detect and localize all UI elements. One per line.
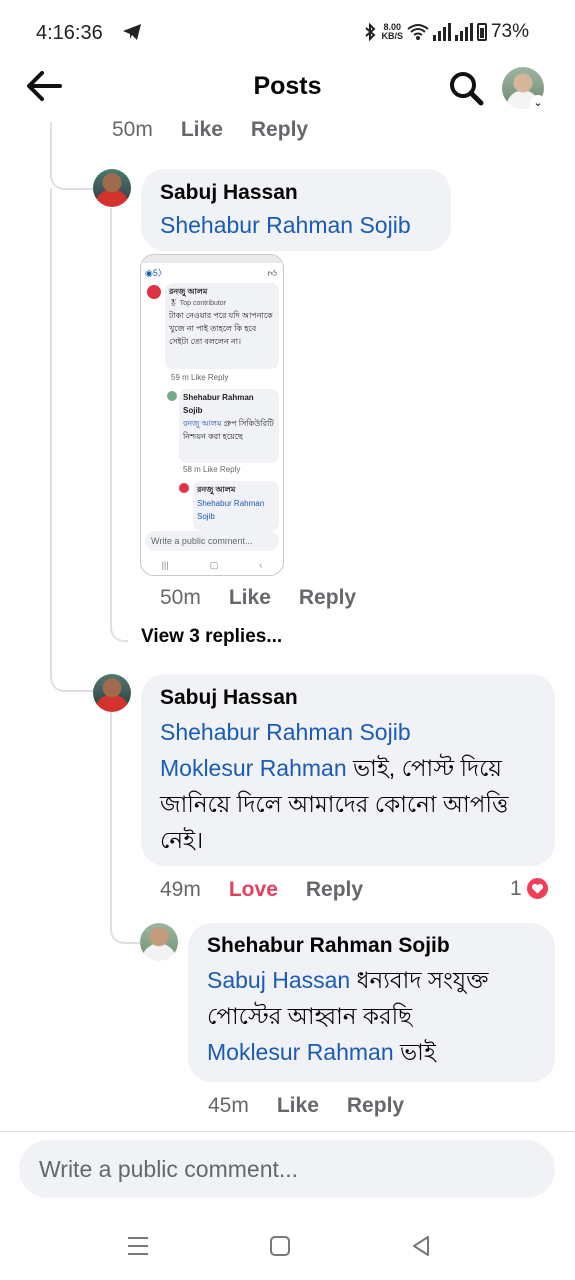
status-icons: 8.00 KB/S 73%: [363, 21, 529, 43]
system-nav-bar: [0, 1215, 575, 1280]
battery-level: 73%: [490, 21, 529, 42]
mini-author: Shehabur Rahman Sojib: [183, 393, 254, 415]
reply-connector: [110, 918, 140, 944]
reply-connector: [110, 620, 128, 642]
status-bar: 4:16:36 8.00 KB/S 73%: [0, 0, 575, 64]
reply-button[interactable]: Reply: [299, 586, 356, 610]
mini-avatar: [179, 483, 189, 493]
comment-bubble[interactable]: Shehabur Rahman Sojib Sabuj Hassan ধন্যব…: [188, 923, 555, 1082]
avatar[interactable]: [140, 923, 178, 961]
comment-author[interactable]: Shehabur Rahman Sojib: [207, 934, 536, 958]
comment-text: Sabuj Hassan ধন্যবাদ সংযুক্ত পোস্টের আহ্…: [207, 962, 536, 1070]
avatar[interactable]: [93, 169, 131, 207]
comment-time: 50m: [112, 118, 153, 141]
comment-time: 45m: [208, 1094, 249, 1117]
thread-connector: [50, 160, 94, 190]
comment-meta: 45m Like Reply: [208, 1094, 432, 1118]
mention-link[interactable]: Sabuj Hassan: [207, 967, 350, 993]
divider: [0, 1131, 575, 1132]
mention-link[interactable]: Moklesur Rahman: [160, 755, 347, 781]
mention-link[interactable]: Shehabur Rahman Sojib: [160, 719, 411, 745]
page-title: Posts: [253, 72, 322, 100]
bluetooth-icon: [365, 23, 376, 41]
mini-author: রনজু আলম: [197, 485, 236, 494]
like-button[interactable]: Like: [277, 1094, 319, 1118]
mention-link[interactable]: Shehabur Rahman Sojib: [160, 207, 432, 243]
reply-line: [110, 712, 112, 924]
attached-screenshot[interactable]: ◉5〉 👍︎ রনজু আলম 🎖︎ Top contributor টাকা …: [140, 254, 284, 576]
reply-line: [110, 208, 112, 624]
comment-text: Shehabur Rahman Sojib Moklesur Rahman ভা…: [160, 714, 536, 858]
avatar[interactable]: [93, 674, 131, 712]
heart-icon: [524, 876, 550, 901]
status-time: 4:16:36: [36, 22, 103, 44]
profile-avatar[interactable]: ⌄: [502, 67, 546, 111]
view-replies-link[interactable]: View 3 replies...: [141, 626, 282, 648]
mention-link[interactable]: Moklesur Rahman: [207, 1039, 394, 1065]
comment-meta: 50m Like Reply: [112, 118, 336, 142]
telegram-icon: [123, 24, 141, 40]
reaction-count: 1: [510, 876, 522, 900]
comment-time: 50m: [160, 586, 201, 609]
mini-mention: Shehabur Rahman Sojib: [197, 499, 265, 521]
mini-avatar: [147, 285, 161, 299]
reply-button[interactable]: Reply: [347, 1094, 404, 1118]
mini-nav-bar: ||| ▢ ‹: [161, 560, 263, 570]
back-nav-icon[interactable]: [406, 1231, 436, 1261]
comment-time: 49m: [160, 878, 201, 901]
mini-meta: 59 m Like Reply: [171, 373, 229, 382]
comment-body: ভাই: [393, 1039, 436, 1065]
search-icon[interactable]: [446, 68, 486, 108]
comment-meta: 50m Like Reply: [160, 586, 384, 610]
thread-connector: [50, 662, 94, 692]
comment-bubble[interactable]: Sabuj Hassan Shehabur Rahman Sojib Mokle…: [141, 674, 555, 866]
reply-button[interactable]: Reply: [306, 878, 363, 902]
battery-icon: [476, 23, 487, 41]
mini-comment-input: Write a public comment...: [145, 531, 279, 551]
signal-icon-2: [454, 23, 473, 41]
reply-button[interactable]: Reply: [251, 118, 308, 142]
comment-input[interactable]: Write a public comment...: [19, 1140, 555, 1198]
comment-bubble[interactable]: Sabuj Hassan Shehabur Rahman Sojib: [141, 169, 451, 251]
mini-text: টাকা নেওয়ার পরে যদি আপনাকে খুজে না পাই …: [169, 311, 273, 346]
comment-author[interactable]: Sabuj Hassan: [160, 181, 432, 205]
like-button[interactable]: Like: [181, 118, 223, 142]
mini-text: রনজু আলম গ্রুপ সিকিউরিটি নিশ্চয়ন করা হয…: [183, 419, 274, 441]
comment-author[interactable]: Sabuj Hassan: [160, 686, 536, 710]
recent-apps-icon[interactable]: [123, 1231, 153, 1261]
mini-avatar: [167, 391, 177, 401]
love-button[interactable]: Love: [229, 878, 278, 902]
net-unit: KB/S: [381, 31, 403, 41]
signal-icon: [432, 23, 451, 41]
reaction-summary[interactable]: 1: [510, 876, 550, 901]
home-icon[interactable]: [265, 1231, 295, 1261]
chevron-down-icon: ⌄: [530, 95, 546, 111]
like-button[interactable]: Like: [229, 586, 271, 610]
thread-line: [50, 188, 52, 668]
mini-reaction-count: ◉5〉: [145, 268, 167, 278]
mini-meta: 58 m Like Reply: [183, 465, 241, 474]
mini-status-bar: [141, 255, 283, 263]
comment-meta: 49m Love Reply: [160, 878, 391, 902]
wifi-icon: [407, 24, 429, 40]
mini-like-icon: 👍︎: [267, 268, 277, 278]
